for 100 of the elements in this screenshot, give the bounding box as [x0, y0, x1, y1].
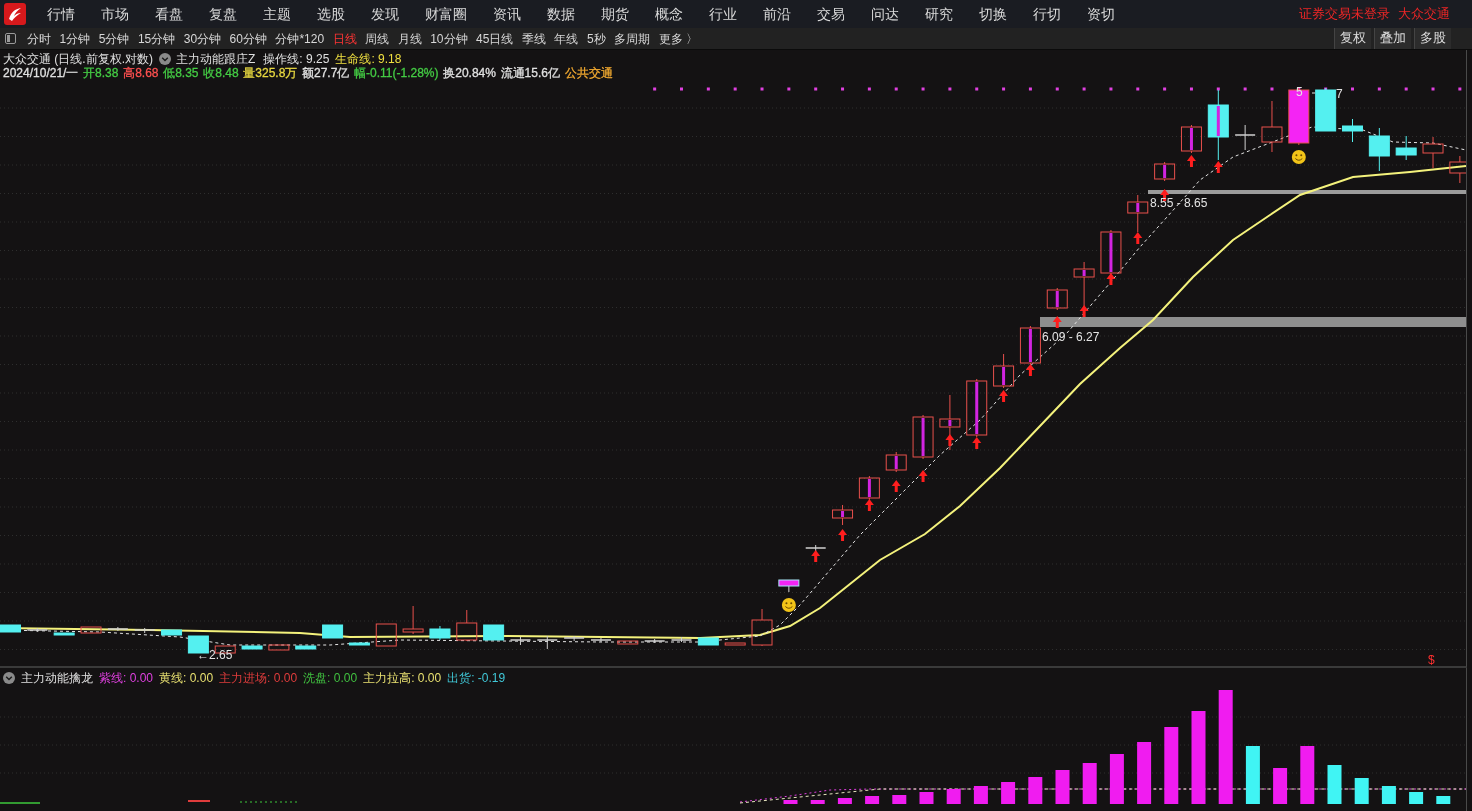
- menu-item[interactable]: 行情: [34, 0, 88, 28]
- period-tab[interactable]: 日线: [332, 28, 357, 49]
- menu-item[interactable]: 研究: [912, 0, 966, 28]
- candlestick: [1127, 194, 1149, 233]
- candlestick: [1449, 155, 1466, 184]
- candlestick: [26, 627, 49, 633]
- chevron-down-icon[interactable]: [159, 53, 171, 65]
- up-arrow-icon: [1133, 232, 1143, 244]
- up-arrow-icon: [1025, 364, 1035, 376]
- candlestick: [0, 624, 21, 633]
- more-button[interactable]: 更多 〉: [658, 28, 698, 49]
- period-tab[interactable]: 多周期: [614, 28, 651, 49]
- menu-item[interactable]: 资讯: [480, 0, 534, 28]
- candlestick: [1422, 136, 1444, 169]
- period-tab[interactable]: 60分钟: [229, 28, 267, 49]
- candlestick: [778, 579, 800, 593]
- panel-toggle-icon[interactable]: [5, 33, 16, 44]
- menu-item[interactable]: 主题: [250, 0, 304, 28]
- candlestick: [295, 645, 317, 650]
- stock-name: 大众交通: [1398, 5, 1450, 23]
- menu-item[interactable]: 概念: [642, 0, 696, 28]
- up-arrow-icon: [1213, 161, 1223, 173]
- period-tab[interactable]: 季线: [521, 28, 546, 49]
- indicator-value: 生命线: 9.18: [335, 52, 402, 66]
- chart-title: 大众交通 (日线.前复权.对数): [3, 52, 153, 66]
- menu-item[interactable]: 选股: [304, 0, 358, 28]
- tool-button[interactable]: 叠加: [1374, 28, 1411, 49]
- menu-item[interactable]: 复盘: [196, 0, 250, 28]
- candlestick: [1368, 127, 1390, 172]
- candlestick: [1234, 124, 1256, 151]
- menu-item[interactable]: 切换: [966, 0, 1020, 28]
- candlestick: [590, 637, 612, 643]
- menu-item[interactable]: 行切: [1020, 0, 1074, 28]
- period-tab[interactable]: 年线: [554, 28, 579, 49]
- candlestick: [1395, 135, 1417, 161]
- up-arrow-icon: [1079, 305, 1089, 317]
- candlestick: [751, 608, 773, 647]
- candlestick: [1019, 325, 1041, 366]
- candlestick: [161, 629, 183, 636]
- candlestick: [456, 609, 478, 642]
- up-arrow-icon: [1186, 155, 1196, 167]
- menu-item[interactable]: 看盘: [142, 0, 196, 28]
- period-tab[interactable]: 1分钟: [59, 28, 91, 49]
- period-tab[interactable]: 月线: [397, 28, 422, 49]
- period-tab[interactable]: 30分钟: [183, 28, 222, 49]
- menu-item[interactable]: 交易: [804, 0, 858, 28]
- indicator-name: 主力动能跟庄Z: [176, 52, 256, 66]
- up-arrow-icon: [999, 390, 1009, 402]
- menu-item[interactable]: 资切: [1074, 0, 1128, 28]
- period-tab[interactable]: 5分钟: [98, 28, 130, 49]
- menu-item[interactable]: 发现: [358, 0, 412, 28]
- menu-item[interactable]: 财富圈: [412, 0, 480, 28]
- period-tab[interactable]: 5秒: [586, 28, 606, 49]
- signal-mark: $: [1428, 654, 1435, 667]
- candlestick: [1180, 124, 1202, 154]
- up-arrow-icon: [1106, 273, 1116, 285]
- candlestick: [1342, 118, 1363, 143]
- menu-item[interactable]: 行业: [696, 0, 750, 28]
- candlestick: [1100, 229, 1122, 276]
- candlestick: [643, 638, 666, 644]
- period-tab[interactable]: 10分钟: [430, 28, 468, 49]
- up-arrow-icon: [1052, 316, 1062, 328]
- tool-button[interactable]: 复权: [1334, 28, 1371, 49]
- candlestick: [483, 624, 505, 641]
- period-tab[interactable]: 45日线: [476, 28, 514, 49]
- period-tab[interactable]: 周线: [365, 28, 390, 49]
- menu-item[interactable]: 期货: [588, 0, 642, 28]
- up-arrow-icon: [918, 470, 928, 482]
- menu-item[interactable]: 问达: [858, 0, 912, 28]
- candlestick: [617, 640, 639, 645]
- candlestick: [348, 642, 370, 646]
- candlestick: [1315, 87, 1337, 132]
- period-tab[interactable]: 分时: [27, 28, 51, 49]
- candlestick: [1046, 287, 1068, 311]
- candlestick: [858, 475, 880, 501]
- candlestick: [670, 636, 693, 643]
- candlestick: [832, 504, 854, 526]
- candlestick: [724, 642, 746, 646]
- candlestick: [53, 632, 75, 636]
- quote-field: 换20.84%: [443, 66, 496, 80]
- smiley-icon: [781, 598, 796, 612]
- period-tab[interactable]: 15分钟: [137, 28, 176, 49]
- up-arrow-icon: [864, 499, 874, 511]
- candlestick: [1261, 100, 1283, 153]
- tool-button[interactable]: 多股: [1414, 28, 1451, 49]
- menu-item[interactable]: 数据: [534, 0, 588, 28]
- candlestick: [509, 636, 532, 646]
- candlestick: [1207, 89, 1229, 161]
- candlestick: [804, 544, 827, 553]
- candlestick: [322, 624, 344, 639]
- candlestick: [563, 635, 585, 642]
- period-tab[interactable]: 分钟*120: [275, 28, 325, 49]
- quote-field: 低8.35: [163, 66, 199, 80]
- price-label: 6.09 - 6.27: [1042, 331, 1100, 344]
- candlestick: [268, 644, 290, 651]
- menu-item[interactable]: 市场: [88, 0, 142, 28]
- price-label: ←2.65: [197, 649, 233, 662]
- menu-item[interactable]: 前沿: [750, 0, 804, 28]
- candlestick: [241, 645, 263, 650]
- up-arrow-icon: [811, 550, 821, 562]
